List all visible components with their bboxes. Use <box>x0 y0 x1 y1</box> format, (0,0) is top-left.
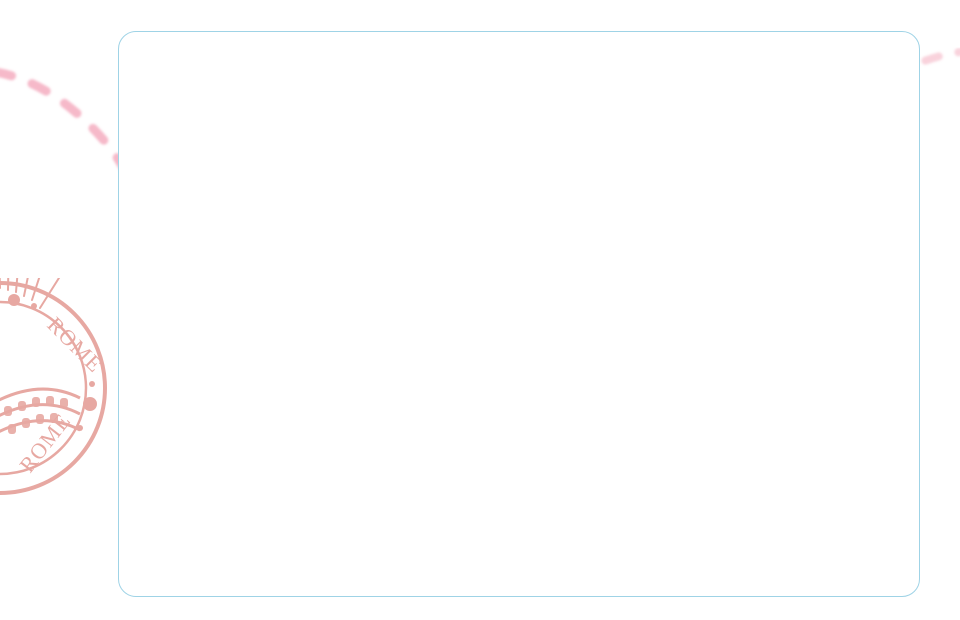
stamp-text-top: ROME <box>42 312 107 377</box>
page-canvas: ROME ROME <box>0 0 960 620</box>
content-card <box>118 31 920 597</box>
rome-colosseum-stamp-icon: ROME ROME <box>0 278 108 495</box>
